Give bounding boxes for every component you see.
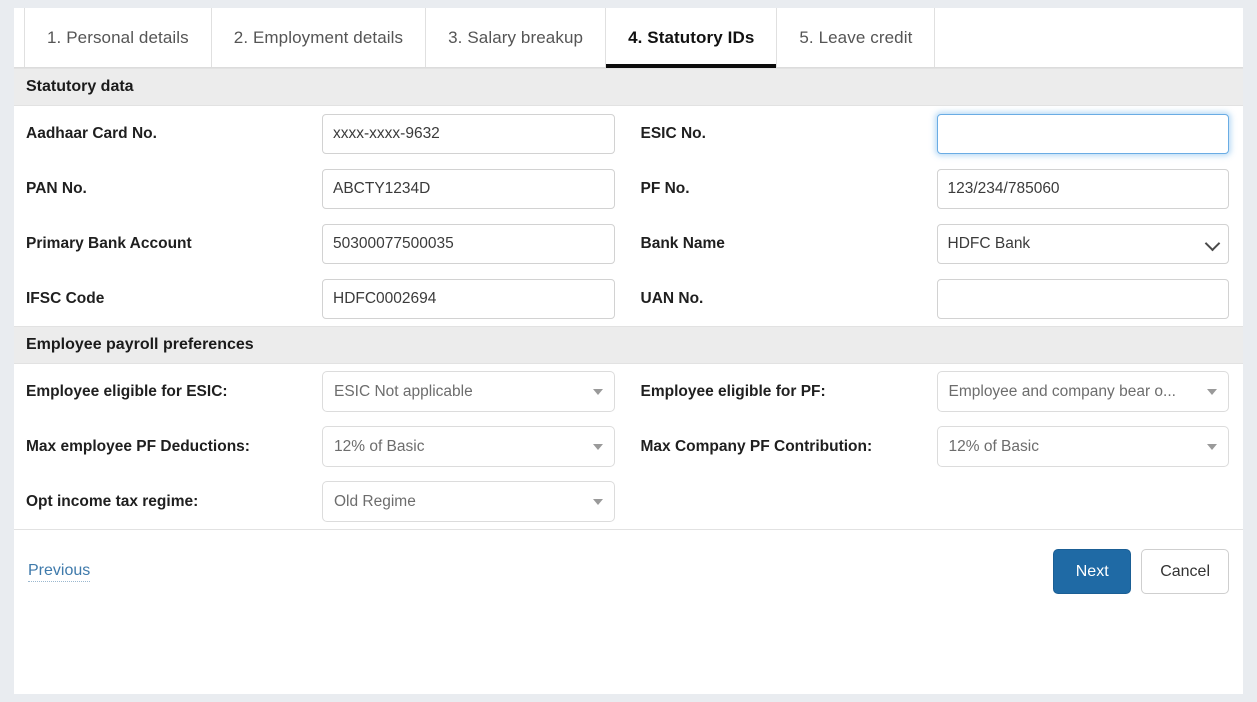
field-label: IFSC Code <box>26 289 105 307</box>
form-row: Primary Bank Account Bank Name HDFC Bank <box>14 216 1243 271</box>
section-title: Employee payroll preferences <box>26 336 254 353</box>
field-label: UAN No. <box>640 289 704 307</box>
tab-employment-details[interactable]: 2. Employment details <box>212 8 427 67</box>
primary-bank-account-input[interactable] <box>322 223 615 264</box>
cancel-button[interactable]: Cancel <box>1141 549 1229 594</box>
max-company-pf-contribution-dropdown[interactable]: 12% of Basic <box>936 426 1229 467</box>
field-pan-no: PAN No. <box>14 161 629 216</box>
wizard-tabs: 1. Personal details 2. Employment detail… <box>14 8 1243 68</box>
field-label: ESIC No. <box>640 124 706 142</box>
field-max-employee-pf-deductions: Max employee PF Deductions: 12% of Basic <box>14 419 629 474</box>
max-employee-pf-deductions-dropdown[interactable]: 12% of Basic <box>322 426 615 467</box>
wizard-footer: Previous Next Cancel <box>14 529 1243 613</box>
field-aadhaar-card-no: Aadhaar Card No. <box>14 106 629 161</box>
field-label: Employee eligible for PF: <box>640 382 826 400</box>
dropdown-value: Old Regime <box>334 492 416 510</box>
wizard-panel: 1. Personal details 2. Employment detail… <box>14 8 1243 694</box>
tab-label: 5. Leave credit <box>799 27 913 47</box>
previous-link[interactable]: Previous <box>28 562 91 582</box>
pan-no-input[interactable] <box>322 168 615 209</box>
employee-eligible-for-pf-dropdown[interactable]: Employee and company bear o... <box>936 371 1229 412</box>
empty-cell <box>629 474 1244 529</box>
tab-label: 1. Personal details <box>47 27 189 47</box>
tab-label: 3. Salary breakup <box>448 27 584 47</box>
field-label: Aadhaar Card No. <box>26 124 157 142</box>
esic-no-input[interactable] <box>936 113 1229 154</box>
field-opt-income-tax-regime: Opt income tax regime: Old Regime <box>14 474 629 529</box>
employee-eligible-for-esic-dropdown[interactable]: ESIC Not applicable <box>322 371 615 412</box>
tab-label: 2. Employment details <box>233 27 404 47</box>
field-bank-name: Bank Name HDFC Bank <box>629 216 1244 271</box>
section-header-statutory-data: Statutory data <box>14 68 1243 106</box>
form-row: PAN No. PF No. <box>14 161 1243 216</box>
tab-salary-breakup[interactable]: 3. Salary breakup <box>426 8 607 67</box>
field-max-company-pf-contribution: Max Company PF Contribution: 12% of Basi… <box>629 419 1244 474</box>
caret-down-icon <box>592 388 603 395</box>
field-label: PAN No. <box>26 179 87 197</box>
tab-personal-details[interactable]: 1. Personal details <box>24 8 212 67</box>
tab-label: 4. Statutory IDs <box>628 27 755 47</box>
field-label: PF No. <box>640 179 690 197</box>
field-esic-no: ESIC No. <box>629 106 1244 161</box>
caret-down-icon <box>592 498 603 505</box>
form-row: IFSC Code UAN No. <box>14 271 1243 326</box>
field-pf-no: PF No. <box>629 161 1244 216</box>
tab-leave-credit[interactable]: 5. Leave credit <box>777 8 936 67</box>
form-row: Employee eligible for ESIC: ESIC Not app… <box>14 364 1243 419</box>
bank-name-select[interactable]: HDFC Bank <box>936 223 1229 264</box>
form-row: Max employee PF Deductions: 12% of Basic… <box>14 419 1243 474</box>
field-primary-bank-account: Primary Bank Account <box>14 216 629 271</box>
opt-income-tax-regime-dropdown[interactable]: Old Regime <box>322 481 615 522</box>
dropdown-value: 12% of Basic <box>334 437 425 455</box>
field-label: Max Company PF Contribution: <box>640 437 873 455</box>
caret-down-icon <box>1207 443 1217 450</box>
caret-down-icon <box>592 443 603 450</box>
payroll-preferences-form: Employee eligible for ESIC: ESIC Not app… <box>14 364 1243 529</box>
field-uan-no: UAN No. <box>629 271 1244 326</box>
dropdown-value: Employee and company bear o... <box>948 382 1176 400</box>
statutory-data-form: Aadhaar Card No. ESIC No. PAN No. PF <box>14 106 1243 326</box>
aadhaar-card-no-input[interactable] <box>322 113 615 154</box>
section-title: Statutory data <box>26 78 134 95</box>
section-header-employee-payroll-preferences: Employee payroll preferences <box>14 326 1243 364</box>
footer-actions: Next Cancel <box>1053 549 1229 594</box>
pf-no-input[interactable] <box>936 168 1229 209</box>
field-label: Opt income tax regime: <box>26 492 199 510</box>
ifsc-code-input[interactable] <box>322 278 615 319</box>
dropdown-value: 12% of Basic <box>948 437 1039 455</box>
tab-statutory-ids[interactable]: 4. Statutory IDs <box>606 8 778 68</box>
field-ifsc-code: IFSC Code <box>14 271 629 326</box>
uan-no-input[interactable] <box>936 278 1229 319</box>
form-row: Opt income tax regime: Old Regime <box>14 474 1243 529</box>
field-label: Max employee PF Deductions: <box>26 437 250 455</box>
field-employee-eligible-for-pf: Employee eligible for PF: Employee and c… <box>629 364 1244 419</box>
field-employee-eligible-for-esic: Employee eligible for ESIC: ESIC Not app… <box>14 364 629 419</box>
caret-down-icon <box>1207 388 1217 395</box>
field-label: Primary Bank Account <box>26 234 192 252</box>
field-label: Employee eligible for ESIC: <box>26 382 228 400</box>
field-label: Bank Name <box>640 234 725 252</box>
dropdown-value: ESIC Not applicable <box>334 382 473 400</box>
form-row: Aadhaar Card No. ESIC No. <box>14 106 1243 161</box>
next-button[interactable]: Next <box>1053 549 1132 594</box>
